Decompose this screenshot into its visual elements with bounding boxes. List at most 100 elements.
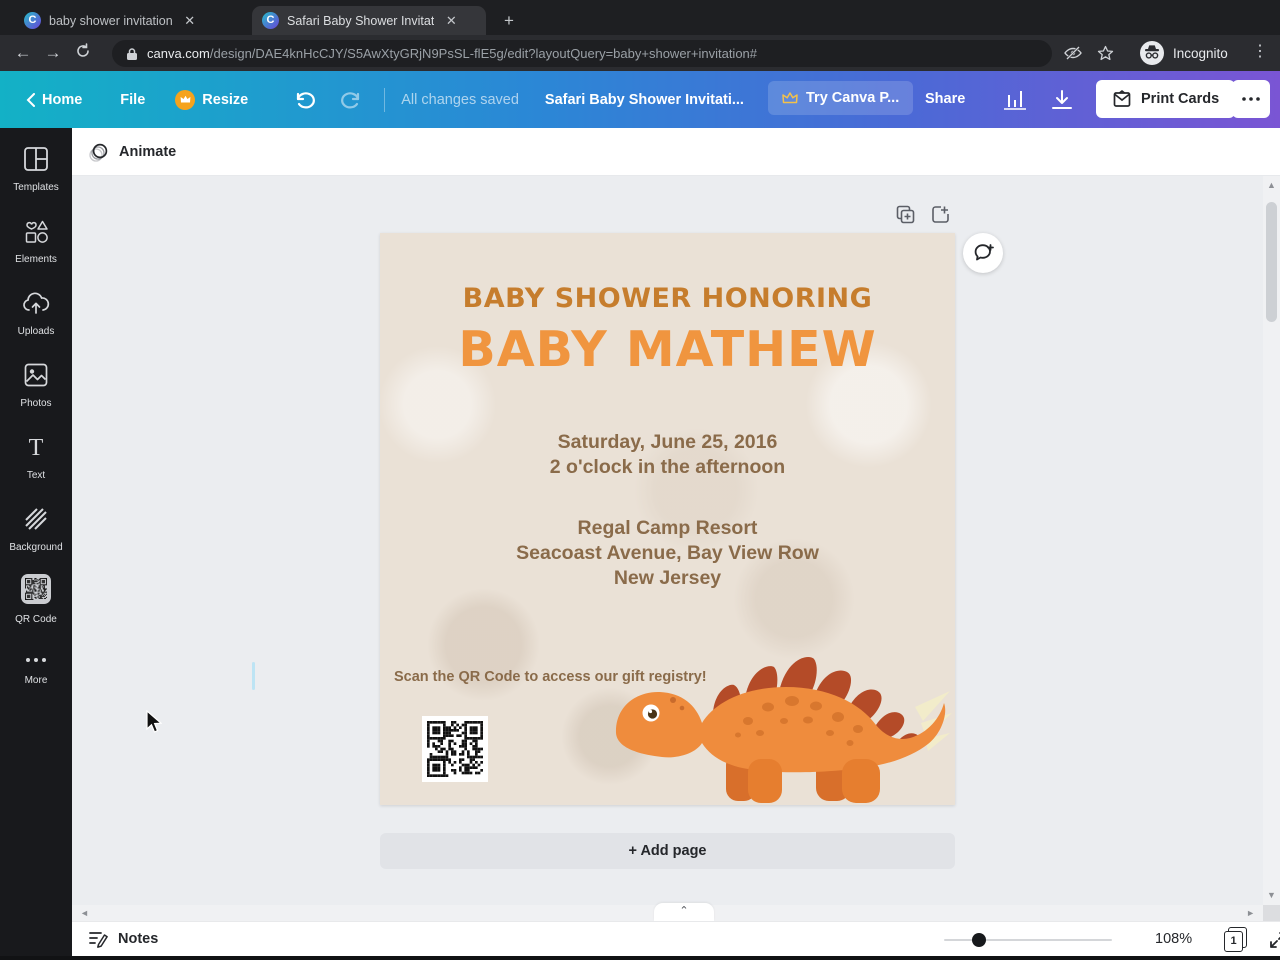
fullscreen-icon[interactable] — [1268, 930, 1280, 950]
incognito-icon — [1140, 41, 1164, 65]
gift-registry-qr-code[interactable] — [422, 716, 488, 782]
header-divider — [384, 87, 386, 112]
sidebar-item-background[interactable]: Background — [0, 506, 72, 553]
collaborator-caret — [252, 662, 255, 690]
comment-plus-icon — [974, 244, 994, 261]
notes-button[interactable]: Notes — [88, 929, 158, 949]
upload-cloud-icon — [23, 292, 50, 314]
browser-tab-1[interactable]: C baby shower invitation ✕ — [14, 6, 248, 35]
file-menu-button[interactable]: File — [120, 92, 145, 108]
try-canva-pro-button[interactable]: Try Canva P... — [768, 81, 914, 115]
incognito-label: Incognito — [1173, 45, 1228, 61]
download-icon[interactable] — [1050, 89, 1074, 111]
invitation-page[interactable]: BABY SHOWER HONORING BABY MATHEW Saturda… — [380, 233, 955, 805]
animate-button[interactable]: Animate — [88, 141, 176, 163]
text-icon: T — [29, 435, 44, 460]
forward-button[interactable]: → — [38, 43, 68, 63]
vertical-scrollbar[interactable]: ▲ ▼ — [1263, 176, 1280, 905]
page-indicator[interactable]: 1 — [1224, 927, 1248, 952]
print-cards-button[interactable]: Print Cards — [1096, 80, 1236, 118]
sidebar-item-more[interactable]: More — [0, 652, 72, 686]
dino-eye-glint — [648, 709, 653, 714]
tab-close-icon[interactable]: ✕ — [442, 12, 460, 30]
eye-off-icon[interactable] — [1064, 45, 1082, 61]
redo-icon[interactable] — [340, 90, 362, 110]
reload-icon — [77, 42, 89, 57]
templates-icon — [24, 147, 48, 171]
status-bar: Notes 108% 1 ? — [72, 921, 1280, 956]
add-comment-button[interactable] — [963, 233, 1003, 273]
sidebar-item-photos[interactable]: Photos — [0, 362, 72, 409]
zoom-slider-handle[interactable] — [972, 933, 986, 947]
sidebar-item-text[interactable]: T Text — [0, 434, 72, 481]
notes-icon — [89, 932, 108, 948]
save-status: All changes saved — [401, 91, 519, 108]
browser-menu-icon[interactable]: ⋮ — [1252, 41, 1268, 61]
scroll-right-arrow[interactable]: ► — [1246, 905, 1255, 921]
scroll-left-arrow[interactable]: ◄ — [80, 905, 89, 921]
background-icon — [25, 508, 47, 530]
qr-code-icon — [25, 578, 47, 600]
editor-sidebar: Templates Elements Uploads Photos T Text… — [0, 128, 72, 956]
invitation-eyebrow-text[interactable]: BABY SHOWER HONORING — [380, 283, 955, 314]
sidebar-item-qr-code[interactable]: QR Code — [0, 574, 72, 625]
canva-favicon: C — [262, 12, 279, 29]
qr-code-graphic — [427, 721, 483, 777]
new-tab-button[interactable]: + — [497, 9, 521, 33]
add-page-icon[interactable] — [931, 205, 950, 224]
back-button[interactable]: ← — [8, 43, 38, 63]
url-text: canva.com/design/DAE4knHcCJY/S5AwXtyGRjN… — [147, 46, 758, 61]
collapse-panel-handle[interactable]: ⌃ — [654, 903, 714, 921]
vertical-scrollbar-thumb[interactable] — [1266, 202, 1277, 322]
dino-head-spot — [679, 705, 685, 711]
header-more-button[interactable] — [1232, 80, 1270, 118]
svg-text:T: T — [29, 435, 44, 460]
incognito-badge: Incognito — [1135, 38, 1240, 68]
more-dots-icon — [26, 658, 46, 662]
reload-button[interactable] — [68, 42, 98, 64]
sidebar-item-uploads[interactable]: Uploads — [0, 290, 72, 337]
insights-chart-icon[interactable] — [1002, 89, 1028, 111]
browser-toolbar: ← → canva.com/design/DAE4knHcCJY/S5AwXty… — [0, 35, 1280, 71]
tab-title: baby shower invitation — [49, 13, 173, 28]
chevron-left-icon — [26, 92, 35, 107]
resize-button[interactable]: Resize — [175, 89, 248, 110]
zoom-slider[interactable] — [944, 933, 1112, 947]
dino-head-spot — [670, 697, 676, 703]
url-bar[interactable]: canva.com/design/DAE4knHcCJY/S5AwXtyGRjN… — [112, 40, 1052, 67]
bookmark-star-icon[interactable] — [1097, 45, 1114, 61]
mouse-cursor — [146, 710, 162, 733]
sidebar-item-templates[interactable]: Templates — [0, 146, 72, 193]
invitation-datetime-text[interactable]: Saturday, June 25, 2016 2 o'clock in the… — [380, 430, 955, 480]
envelope-icon — [1113, 90, 1131, 107]
canva-favicon: C — [24, 12, 41, 29]
share-button[interactable]: Share — [925, 91, 965, 107]
invitation-title-text[interactable]: BABY MATHEW — [380, 321, 955, 378]
invitation-venue-text[interactable]: Regal Camp Resort Seacoast Avenue, Bay V… — [380, 516, 955, 591]
sidebar-item-elements[interactable]: Elements — [0, 218, 72, 265]
app-window: C baby shower invitation ✕ C Safari Baby… — [0, 0, 1280, 960]
document-title[interactable]: Safari Baby Shower Invitati... — [545, 92, 744, 108]
scroll-up-arrow[interactable]: ▲ — [1263, 176, 1280, 194]
dinosaur-illustration[interactable] — [610, 641, 952, 805]
canva-header: Home File Resize All changes saved Safar… — [0, 71, 1280, 128]
crown-icon — [782, 92, 798, 104]
photos-icon — [24, 363, 48, 387]
page-indicator-count: 1 — [1224, 931, 1243, 952]
elements-icon — [25, 220, 48, 243]
home-button[interactable]: Home — [26, 92, 82, 108]
undo-icon[interactable] — [294, 90, 316, 110]
browser-tab-strip: C baby shower invitation ✕ C Safari Baby… — [0, 0, 1280, 35]
duplicate-page-icon[interactable] — [896, 205, 915, 224]
scrollbar-corner — [1263, 905, 1280, 921]
zoom-level[interactable]: 108% — [1155, 931, 1192, 947]
context-toolbar: Animate — [72, 128, 1280, 176]
browser-tab-2-active[interactable]: C Safari Baby Shower Invitat ✕ — [252, 6, 486, 35]
lock-icon — [127, 47, 137, 60]
tab-close-icon[interactable]: ✕ — [181, 12, 199, 30]
screen-bottom-edge — [0, 956, 1280, 960]
scroll-down-arrow[interactable]: ▼ — [1263, 887, 1280, 903]
crown-icon — [175, 89, 196, 110]
animate-icon — [89, 143, 108, 162]
add-page-button[interactable]: + Add page — [380, 833, 955, 869]
